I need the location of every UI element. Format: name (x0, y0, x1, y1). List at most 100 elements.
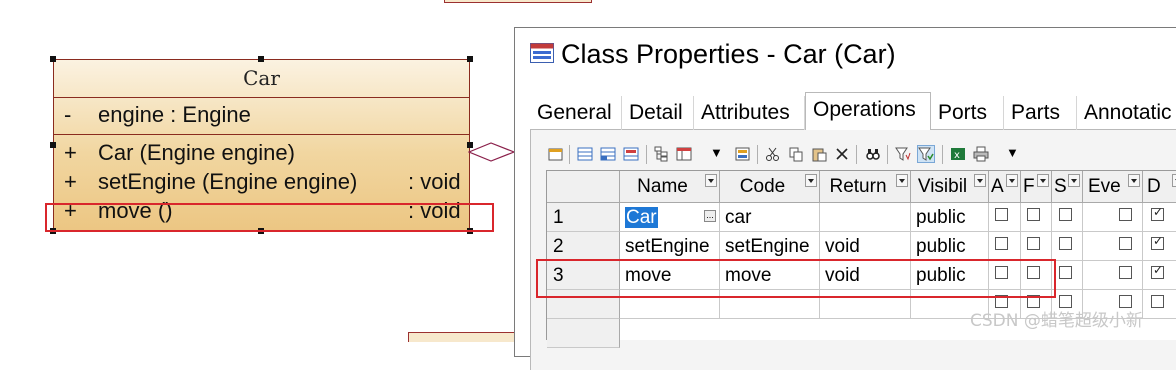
cell-return[interactable]: void (820, 232, 911, 261)
cell-event (1083, 203, 1143, 232)
cell-code[interactable]: setEngine (720, 232, 820, 261)
operation-signature: setEngine (Engine engine) (98, 169, 358, 194)
column-header-d[interactable]: D (1143, 171, 1176, 203)
dropdown-arrow-icon[interactable]: ▼ (1006, 145, 1019, 160)
paste-icon[interactable] (811, 146, 827, 162)
highlight-box-grid-move (536, 259, 1056, 298)
column-header-visibility[interactable]: Visibil (911, 171, 989, 203)
aggregation-diamond-icon (468, 142, 516, 162)
column-menu-icon[interactable] (1006, 174, 1018, 187)
column-label: F (1023, 176, 1035, 197)
column-header-abstract[interactable]: A (989, 171, 1021, 203)
tab-strip: General Detail Attributes Operations Por… (530, 92, 1176, 130)
checkbox-d[interactable] (1151, 205, 1164, 221)
column-menu-icon[interactable] (1037, 174, 1049, 187)
operation-return: : void (408, 169, 461, 194)
tab-annotation[interactable]: Annotatic (1077, 96, 1176, 130)
class-properties-icon (530, 43, 554, 63)
checkbox-final[interactable] (1027, 208, 1040, 221)
checkbox-static[interactable] (1059, 237, 1072, 250)
properties-icon[interactable] (548, 146, 564, 162)
column-menu-icon[interactable] (896, 174, 908, 187)
filter-list-icon[interactable] (735, 146, 751, 162)
cell-code[interactable]: car (720, 203, 820, 232)
checkbox-final[interactable] (1027, 237, 1040, 250)
filter-icon[interactable] (895, 146, 911, 162)
grid-toolbar: ▼ x ▼ (545, 143, 1176, 167)
column-header-return[interactable]: Return (820, 171, 911, 203)
excel-export-icon[interactable]: x (950, 146, 966, 162)
print-icon[interactable] (973, 146, 989, 162)
toolbar-separator (646, 145, 647, 164)
tab-parts[interactable]: Parts (1004, 96, 1077, 130)
column-menu-icon[interactable] (1068, 174, 1080, 187)
cell-edit-icon[interactable]: ... (704, 210, 716, 222)
column-menu-icon[interactable] (974, 174, 986, 187)
tab-attributes[interactable]: Attributes (694, 96, 805, 130)
row-number-empty[interactable] (547, 319, 620, 348)
selection-handle[interactable] (258, 56, 264, 62)
cell-name-text: Car (625, 207, 658, 228)
operation-signature: Car (Engine engine) (98, 140, 295, 165)
checkbox-d[interactable] (1151, 234, 1164, 250)
cut-icon[interactable] (765, 146, 781, 162)
add-row-icon[interactable] (600, 146, 616, 162)
tab-general[interactable]: General (530, 96, 622, 130)
column-menu-icon[interactable] (1172, 174, 1176, 187)
column-header-event[interactable]: Eve (1083, 171, 1143, 203)
cell-visibility[interactable]: public (911, 203, 989, 232)
column-label: Code (739, 176, 786, 197)
tab-operations[interactable]: Operations (805, 92, 931, 130)
watermark-text: CSDN @蜡笔超级小新 (970, 311, 1143, 331)
checkbox-event[interactable] (1119, 237, 1132, 250)
column-label: Return (829, 176, 887, 197)
checkbox-empty[interactable] (1151, 295, 1164, 308)
checkbox-event[interactable] (1119, 208, 1132, 221)
column-header-code[interactable]: Code (720, 171, 820, 203)
column-label: Name (637, 176, 688, 197)
row-number[interactable]: 1 (547, 203, 620, 232)
add-objects-icon[interactable] (623, 146, 639, 162)
column-header-name[interactable]: Name (620, 171, 720, 203)
delete-icon[interactable] (834, 146, 850, 162)
toolbar-separator (942, 145, 943, 164)
selection-handle[interactable] (50, 142, 56, 148)
enable-filter-icon[interactable] (917, 145, 935, 163)
row-number[interactable]: 2 (547, 232, 620, 261)
column-menu-icon[interactable] (805, 174, 817, 187)
dropdown-arrow-icon[interactable]: ▼ (710, 145, 723, 160)
cell-name[interactable]: Car... (620, 203, 720, 232)
uml-operation-row: + setEngine (Engine engine) : void (64, 167, 469, 196)
attribute-visibility: - (64, 102, 72, 127)
column-label: Eve (1088, 176, 1121, 197)
selection-handle[interactable] (467, 56, 473, 62)
column-menu-icon[interactable] (1128, 174, 1140, 187)
checkbox-abstract[interactable] (995, 208, 1008, 221)
cell-visibility[interactable]: public (911, 232, 989, 261)
attribute-text: engine : Engine (98, 102, 251, 127)
checkbox-abstract[interactable] (995, 237, 1008, 250)
column-header-static[interactable]: S (1052, 171, 1083, 203)
tab-detail[interactable]: Detail (622, 96, 694, 130)
tree-view-icon[interactable] (653, 146, 669, 162)
dialog-titlebar[interactable]: Class Properties - Car (Car) (515, 28, 1176, 80)
checkbox-static[interactable] (1059, 208, 1072, 221)
selection-handle[interactable] (50, 56, 56, 62)
tab-ports[interactable]: Ports (931, 96, 1004, 130)
operation-visibility: + (64, 140, 77, 165)
insert-row-icon[interactable] (577, 146, 593, 162)
diagram-fragment-bottom (408, 332, 528, 342)
cell-return[interactable] (820, 203, 911, 232)
copy-icon[interactable] (788, 146, 804, 162)
column-menu-icon[interactable] (705, 174, 717, 187)
find-icon[interactable] (865, 146, 881, 162)
checkbox-event[interactable] (1119, 266, 1132, 279)
checkbox-static[interactable] (1059, 266, 1072, 279)
customize-columns-icon[interactable] (676, 146, 692, 162)
grid-corner-header (547, 171, 620, 203)
cell-name[interactable]: setEngine (620, 232, 720, 261)
operation-visibility: + (64, 169, 77, 194)
column-header-final[interactable]: F (1021, 171, 1052, 203)
cell-event (1083, 261, 1143, 290)
checkbox-d[interactable] (1151, 263, 1164, 279)
